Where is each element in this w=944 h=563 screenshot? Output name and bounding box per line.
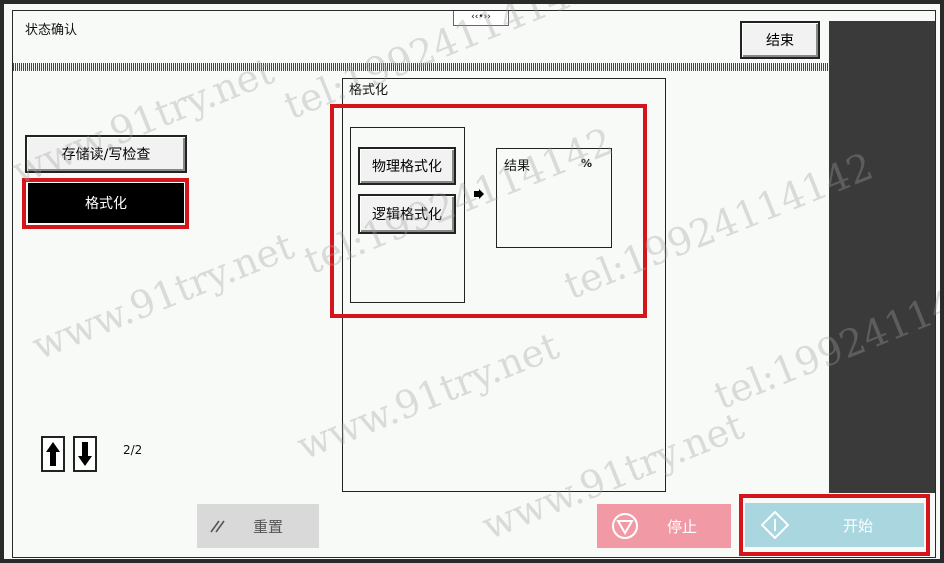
handle-glyph: ‹‹•›› [471, 12, 491, 22]
end-button-label: 结束 [766, 33, 794, 49]
arrow-down-icon [78, 442, 92, 466]
sidebar-item-memory-rw-check[interactable]: 存储读/写检查 [25, 135, 187, 173]
reset-button-label: 重置 [253, 517, 284, 536]
logical-format-label: 逻辑格式化 [372, 207, 442, 223]
reset-icon [210, 520, 225, 533]
start-button[interactable]: 开始 [745, 503, 924, 547]
right-dark-panel [829, 21, 935, 493]
end-button[interactable]: 结束 [740, 21, 820, 59]
header-divider [13, 63, 829, 71]
main-window: 状态确认 ‹‹•›› 结束 存储读/写检查 格式化 2/2 格式化 物理格式化 [12, 10, 936, 558]
reset-button[interactable]: 重置 [197, 504, 319, 548]
page-title: 状态确认 [25, 23, 78, 38]
physical-format-button[interactable]: 物理格式化 [358, 147, 456, 185]
stop-icon [612, 513, 638, 539]
sidebar-item-label: 格式化 [85, 196, 127, 212]
result-label: 结果 [504, 159, 531, 174]
page-up-button[interactable] [41, 436, 65, 472]
arrow-up-icon [46, 442, 60, 466]
format-panel-title: 格式化 [349, 83, 389, 98]
page-down-button[interactable] [73, 436, 97, 472]
bottom-bar: 重置 停止 开始 [13, 493, 935, 557]
sidebar-item-label: 存储读/写检查 [61, 147, 151, 163]
result-unit: % [581, 157, 593, 170]
start-icon [761, 511, 789, 539]
start-button-label: 开始 [843, 516, 874, 535]
drag-handle[interactable]: ‹‹•›› [453, 11, 509, 26]
stop-button-label: 停止 [667, 517, 698, 536]
page-indicator: 2/2 [123, 443, 143, 457]
screen: 状态确认 ‹‹•›› 结束 存储读/写检查 格式化 2/2 格式化 物理格式化 [0, 0, 944, 563]
arrow-right-icon [474, 189, 484, 199]
logical-format-button[interactable]: 逻辑格式化 [358, 194, 456, 234]
sidebar-item-format[interactable]: 格式化 [28, 183, 184, 223]
physical-format-label: 物理格式化 [372, 159, 442, 175]
stop-button[interactable]: 停止 [597, 504, 731, 548]
